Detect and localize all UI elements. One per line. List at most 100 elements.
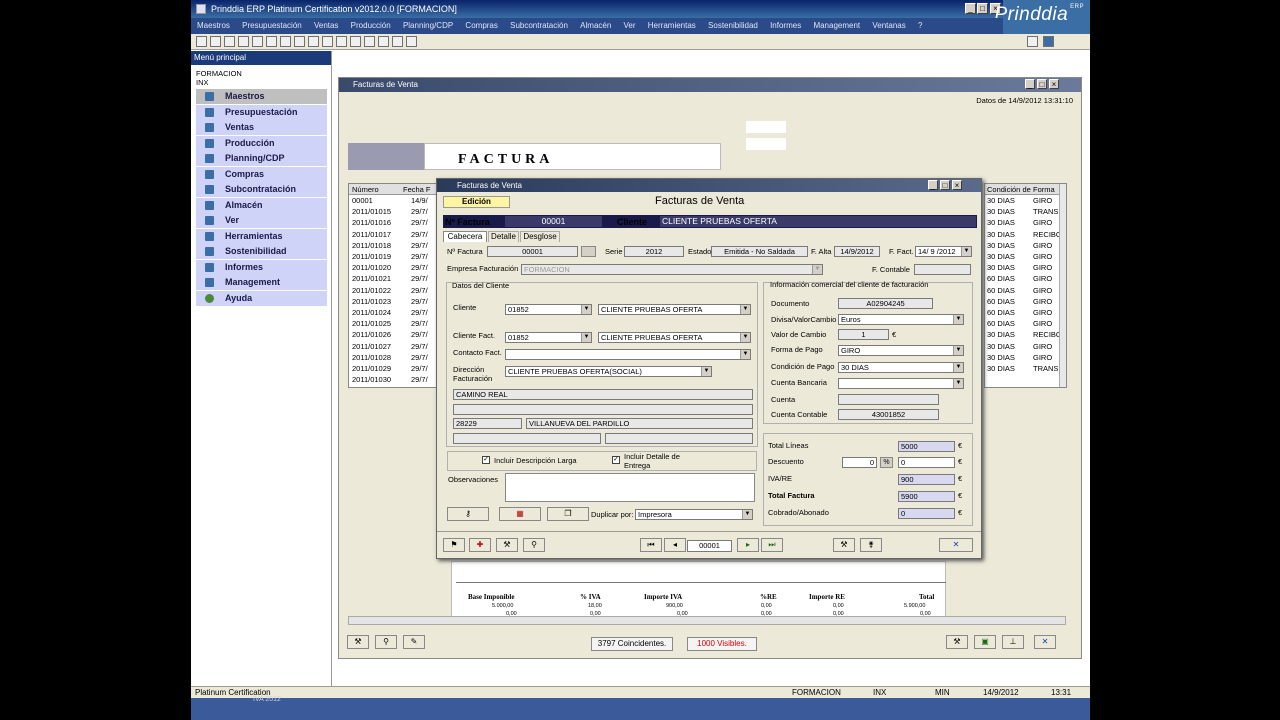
table-row[interactable]: 30 DIAS TRANS: [985, 363, 1059, 374]
menu-almacen[interactable]: Almacén: [580, 21, 611, 30]
side-item-compras[interactable]: Compras: [196, 167, 327, 182]
table-row[interactable]: 60 DIAS GIRO: [985, 318, 1059, 329]
detalle-entrega-checkbox[interactable]: ✓: [612, 456, 620, 464]
keys-icon[interactable]: ⚷: [447, 507, 489, 521]
table-row[interactable]: 2011/01023 29/7/: [349, 296, 439, 307]
table-row[interactable]: 30 DIAS GIRO: [985, 352, 1059, 363]
image-icon[interactable]: [322, 36, 333, 47]
grid-scrollbar[interactable]: [1059, 184, 1066, 387]
table-row[interactable]: 60 DIAS GIRO: [985, 285, 1059, 296]
factory-icon[interactable]: [294, 36, 305, 47]
table-row[interactable]: 00001 14/9/: [349, 195, 439, 206]
table-row[interactable]: 2011/01028 29/7/: [349, 352, 439, 363]
users-icon[interactable]: [210, 36, 221, 47]
table-row[interactable]: 30 DIAS GIRO: [985, 262, 1059, 273]
menu-herramientas[interactable]: Herramientas: [648, 21, 696, 30]
table-row[interactable]: 30 DIAS GIRO: [985, 251, 1059, 262]
table-row[interactable]: 2011/01019 29/7/: [349, 251, 439, 262]
table-row[interactable]: 2011/01029 29/7/: [349, 363, 439, 374]
table-row[interactable]: 60 DIAS GIRO: [985, 296, 1059, 307]
menu-maestros[interactable]: Maestros: [197, 21, 230, 30]
taskbar-item[interactable]: IVA 2012: [253, 696, 281, 703]
side-item-sostenibilidad[interactable]: Sostenibilidad: [196, 244, 327, 259]
side-item-maestros[interactable]: Maestros: [196, 89, 327, 104]
funnel-icon[interactable]: ⚲: [375, 635, 397, 649]
table-row[interactable]: 60 DIAS GIRO: [985, 307, 1059, 318]
exit-icon[interactable]: ✕: [939, 538, 973, 552]
table-row[interactable]: 2011/01018 29/7/: [349, 240, 439, 251]
table-row[interactable]: 2011/01017 29/7/: [349, 229, 439, 240]
empresa-select[interactable]: FORMACION ▼: [521, 264, 823, 275]
restore-button[interactable]: □: [977, 3, 988, 14]
side-item-informes[interactable]: Informes: [196, 260, 327, 275]
delete-icon[interactable]: ▦: [499, 507, 541, 521]
cliente-code-select[interactable]: 01852 ▼: [505, 304, 592, 315]
tag-icon[interactable]: [238, 36, 249, 47]
observaciones-textarea[interactable]: [505, 473, 755, 502]
tools-icon[interactable]: ⚒: [347, 635, 369, 649]
table-row[interactable]: 2011/01030 29/7/: [349, 374, 439, 385]
menu-sostenibilidad[interactable]: Sostenibilidad: [708, 21, 758, 30]
excel-icon[interactable]: ▣: [974, 635, 996, 649]
serie-field[interactable]: 2012: [624, 246, 684, 257]
side-item-herramientas[interactable]: Herramientas: [196, 229, 327, 244]
printer-icon[interactable]: [350, 36, 361, 47]
chart-icon[interactable]: [266, 36, 277, 47]
funnel-icon[interactable]: [364, 36, 375, 47]
side-item-produccion[interactable]: Producción: [196, 136, 327, 151]
cuenta-bancaria-select[interactable]: ▼: [838, 378, 964, 389]
menu-informes[interactable]: Informes: [770, 21, 801, 30]
menu-ver[interactable]: Ver: [624, 21, 636, 30]
funnel-icon[interactable]: ⚲: [523, 538, 545, 552]
broom-icon[interactable]: ⚑: [443, 538, 465, 552]
table-row[interactable]: 30 DIAS RECIBO: [985, 229, 1062, 240]
refresh-icon[interactable]: [378, 36, 389, 47]
side-item-subcontratacion[interactable]: Subcontratación: [196, 182, 327, 197]
clientefact-code-select[interactable]: 01852 ▼: [505, 332, 592, 343]
folder-icon[interactable]: [280, 36, 291, 47]
contacto-select[interactable]: ▼: [505, 349, 751, 360]
table-row[interactable]: 30 DIAS GIRO: [985, 240, 1059, 251]
direccion-select[interactable]: CLIENTE PRUEBAS OFERTA(SOCIAL) ▼: [505, 366, 712, 377]
menu-planning[interactable]: Planning/CDP: [403, 21, 453, 30]
menu-management[interactable]: Management: [813, 21, 860, 30]
tools-icon[interactable]: ⚒: [833, 538, 855, 552]
previous-record-icon[interactable]: ◂: [664, 538, 686, 552]
clientefact-name-select[interactable]: CLIENTE PRUEBAS OFERTA ▼: [598, 332, 751, 343]
nfactura-lookup-button[interactable]: [581, 246, 596, 257]
table-row[interactable]: 2011/01027 29/7/: [349, 341, 439, 352]
side-item-management[interactable]: Management: [196, 275, 327, 290]
ffact-date-picker[interactable]: 14/ 9 /2012 ▼: [915, 246, 972, 257]
cliente-name-select[interactable]: CLIENTE PRUEBAS OFERTA ▼: [598, 304, 751, 315]
next-record-icon[interactable]: ▸: [737, 538, 759, 552]
preview-hscrollbar[interactable]: [348, 616, 1066, 625]
descuento-field[interactable]: 0: [898, 457, 955, 468]
descuento-pct-field[interactable]: 0: [842, 457, 877, 468]
copy-icon[interactable]: ❐: [547, 507, 589, 521]
facturas-minimize[interactable]: _: [1025, 79, 1035, 89]
percent-button[interactable]: %: [880, 457, 893, 468]
menu-subcontratacion[interactable]: Subcontratación: [510, 21, 568, 30]
menu-compras[interactable]: Compras: [465, 21, 497, 30]
tab-detalle[interactable]: Detalle: [488, 231, 519, 242]
side-item-almacen[interactable]: Almacén: [196, 198, 327, 213]
settings-icon[interactable]: [1027, 36, 1038, 47]
calendar-icon[interactable]: [406, 36, 417, 47]
side-item-presupuestacion[interactable]: Presupuestación: [196, 105, 327, 120]
exit-icon[interactable]: [1043, 36, 1054, 47]
document-icon[interactable]: [224, 36, 235, 47]
hierarchy-icon[interactable]: ⚵: [860, 538, 882, 552]
falta-field[interactable]: 14/9/2012: [834, 246, 880, 257]
table-row[interactable]: 2011/01025 29/7/: [349, 318, 439, 329]
side-item-planning[interactable]: Planning/CDP: [196, 151, 327, 166]
menu-produccion[interactable]: Producción: [351, 21, 391, 30]
table-row[interactable]: 30 DIAS GIRO: [985, 217, 1059, 228]
side-item-ver[interactable]: Ver: [196, 213, 327, 228]
lock-icon[interactable]: [336, 36, 347, 47]
table-row[interactable]: 2011/01022 29/7/: [349, 285, 439, 296]
record-number-field[interactable]: 00001: [687, 540, 732, 552]
side-item-ayuda[interactable]: Ayuda: [196, 291, 327, 306]
pin-icon[interactable]: ⊥: [1002, 635, 1024, 649]
facturas-close[interactable]: ×: [1049, 79, 1059, 89]
fcontable-field[interactable]: [914, 264, 971, 275]
